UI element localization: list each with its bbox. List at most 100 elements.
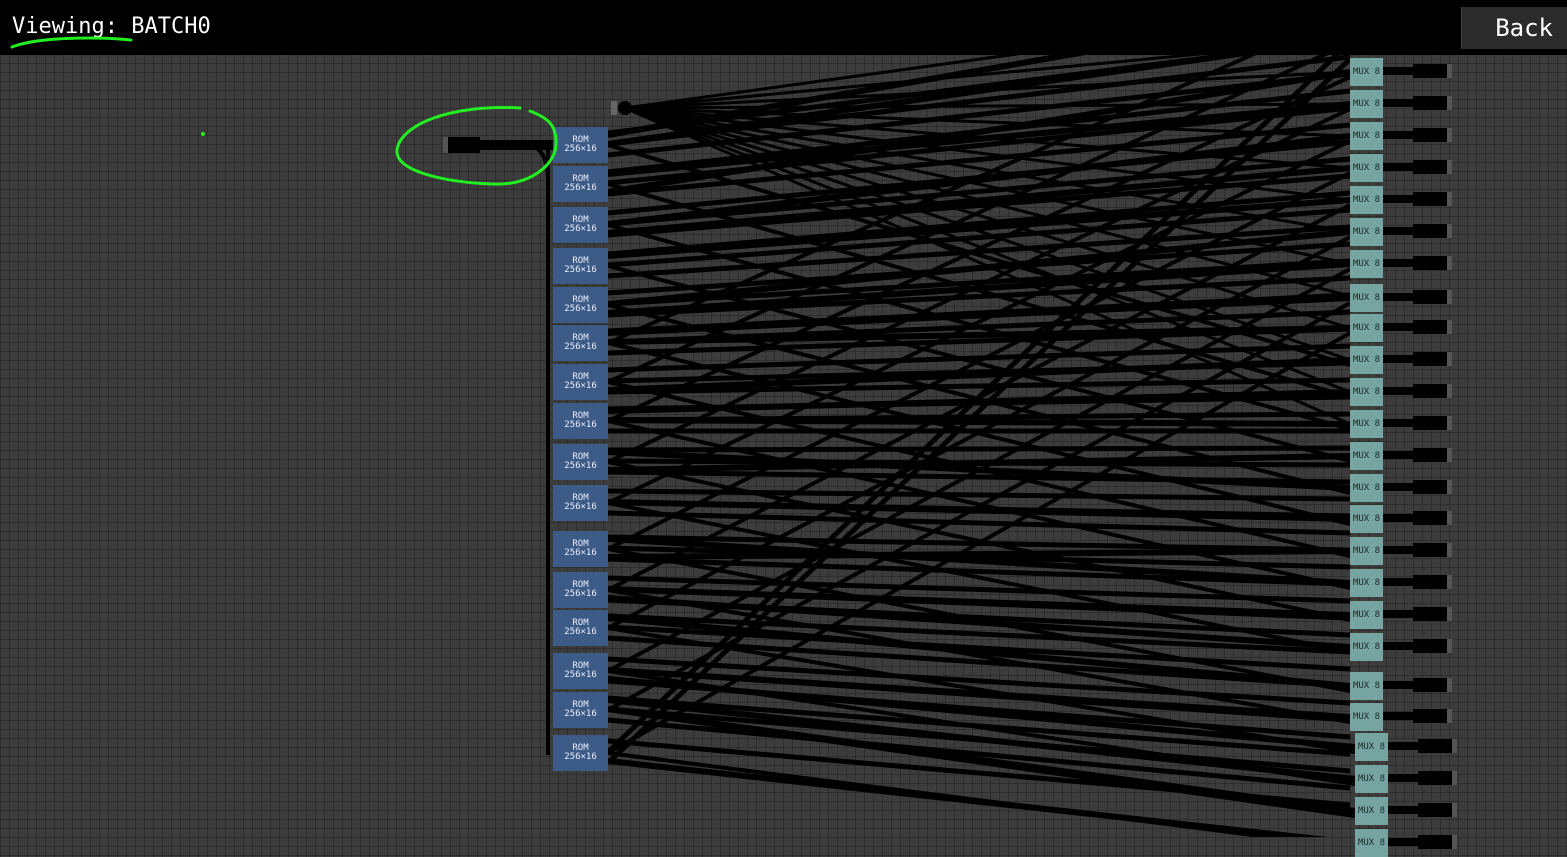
mux-output	[1413, 384, 1447, 398]
rom-block[interactable]: ROM 256×16	[553, 325, 608, 361]
rom-block-size: 256×16	[564, 709, 597, 719]
mux-block[interactable]: MUX 8	[1350, 154, 1383, 182]
mux-output-wire	[1388, 774, 1418, 782]
rom-block[interactable]: ROM 256×16	[553, 531, 608, 567]
mux-output-pin	[1447, 416, 1452, 430]
rom-block[interactable]: ROM 256×16	[553, 610, 608, 646]
mux-output-pin	[1452, 803, 1457, 817]
rom-block[interactable]: ROM 256×16	[553, 444, 608, 480]
mux-output-wire	[1383, 99, 1413, 107]
rom-block[interactable]: ROM 256×16	[553, 485, 608, 521]
mux-output-wire	[1383, 483, 1413, 491]
mux-output-pin	[1447, 352, 1452, 366]
mux-output-wire	[1388, 742, 1418, 750]
mux-output-wire	[1383, 546, 1413, 554]
address-bus	[546, 140, 550, 755]
wire	[607, 458, 1351, 468]
mux-block[interactable]: MUX 8	[1355, 765, 1388, 793]
rom-block[interactable]: ROM 256×16	[553, 207, 608, 243]
mux-block[interactable]: MUX 8	[1350, 346, 1383, 374]
mux-block[interactable]: MUX 8	[1350, 703, 1383, 731]
mux-output-pin	[1447, 384, 1452, 398]
mux-block[interactable]: MUX 8	[1350, 122, 1383, 150]
address-input[interactable]	[448, 137, 480, 153]
mux-block[interactable]: MUX 8	[1350, 410, 1383, 438]
mux-output	[1413, 192, 1447, 206]
circuit-canvas[interactable]	[0, 0, 1567, 837]
mux-output	[1418, 771, 1452, 785]
back-button[interactable]: Back	[1461, 7, 1567, 49]
cursor-dot	[201, 132, 205, 136]
mux-block[interactable]: MUX 8	[1355, 797, 1388, 825]
mux-output-wire	[1383, 293, 1413, 301]
mux-block[interactable]: MUX 8	[1355, 733, 1388, 761]
mux-block[interactable]: MUX 8	[1350, 442, 1383, 470]
viewing-label: Viewing:	[12, 14, 118, 39]
mux-output-pin	[1447, 511, 1452, 525]
mux-output-pin	[1447, 320, 1452, 334]
mux-block[interactable]: MUX 8	[1350, 314, 1383, 342]
mux-output-wire	[1383, 712, 1413, 720]
batch-name: BATCH0	[131, 14, 211, 39]
mux-output-pin	[1447, 256, 1452, 270]
mux-output	[1418, 739, 1452, 753]
rom-block[interactable]: ROM 256×16	[553, 248, 608, 284]
mux-block[interactable]: MUX 8	[1350, 601, 1383, 629]
rom-block[interactable]: ROM 256×16	[553, 127, 608, 163]
mux-output	[1413, 678, 1447, 692]
mux-output-pin	[1447, 480, 1452, 494]
mux-output-pin	[1447, 678, 1452, 692]
mux-block[interactable]: MUX 8	[1350, 218, 1383, 246]
mux-block[interactable]: MUX 8	[1350, 474, 1383, 502]
mux-output-wire	[1383, 195, 1413, 203]
mux-output	[1413, 96, 1447, 110]
mux-block[interactable]: MUX 8	[1350, 378, 1383, 406]
mux-block[interactable]: MUX 8	[1350, 284, 1383, 312]
wire	[607, 445, 1351, 453]
mux-block[interactable]: MUX 8	[1350, 58, 1383, 86]
mux-output-wire	[1383, 323, 1413, 331]
rom-block[interactable]: ROM 256×16	[553, 692, 608, 728]
mux-output	[1413, 352, 1447, 366]
mux-block[interactable]: MUX 8	[1350, 633, 1383, 661]
mux-output	[1413, 256, 1447, 270]
mux-output-pin	[1447, 639, 1452, 653]
mux-output-wire	[1383, 610, 1413, 618]
rom-block-size: 256×16	[564, 752, 597, 762]
mux-block[interactable]: MUX 8	[1350, 672, 1383, 700]
rom-block-size: 256×16	[564, 627, 597, 637]
mux-block[interactable]: MUX 8	[1350, 505, 1383, 533]
rom-block[interactable]: ROM 256×16	[553, 735, 608, 771]
mux-output	[1413, 639, 1447, 653]
rom-block[interactable]: ROM 256×16	[553, 403, 608, 439]
mux-output-wire	[1383, 451, 1413, 459]
mux-block[interactable]: MUX 8	[1350, 186, 1383, 214]
mux-output-wire	[1383, 387, 1413, 395]
mux-block[interactable]: MUX 8	[1350, 90, 1383, 118]
mux-output	[1413, 575, 1447, 589]
mux-block[interactable]: MUX 8	[1350, 537, 1383, 565]
rom-block-size: 256×16	[564, 381, 597, 391]
mux-output	[1413, 320, 1447, 334]
rom-block-size: 256×16	[564, 502, 597, 512]
mux-output	[1413, 709, 1447, 723]
mux-block[interactable]: MUX 8	[1355, 829, 1388, 857]
rom-block[interactable]: ROM 256×16	[553, 653, 608, 689]
rom-block-size: 256×16	[564, 670, 597, 680]
rom-block-size: 256×16	[564, 265, 597, 275]
mux-output-pin	[1447, 575, 1452, 589]
mux-block[interactable]: MUX 8	[1350, 250, 1383, 278]
mux-output-pin	[1447, 543, 1452, 557]
mux-output	[1413, 64, 1447, 78]
rom-block[interactable]: ROM 256×16	[553, 287, 608, 323]
mux-output-wire	[1388, 806, 1418, 814]
mux-block[interactable]: MUX 8	[1350, 569, 1383, 597]
mux-output	[1418, 835, 1452, 849]
mux-output-wire	[1388, 838, 1418, 846]
mux-output-pin	[1447, 64, 1452, 78]
rom-block[interactable]: ROM 256×16	[553, 572, 608, 608]
rom-block[interactable]: ROM 256×16	[553, 166, 608, 202]
mux-output	[1413, 448, 1447, 462]
rom-block[interactable]: ROM 256×16	[553, 364, 608, 400]
select-node[interactable]	[618, 101, 632, 115]
